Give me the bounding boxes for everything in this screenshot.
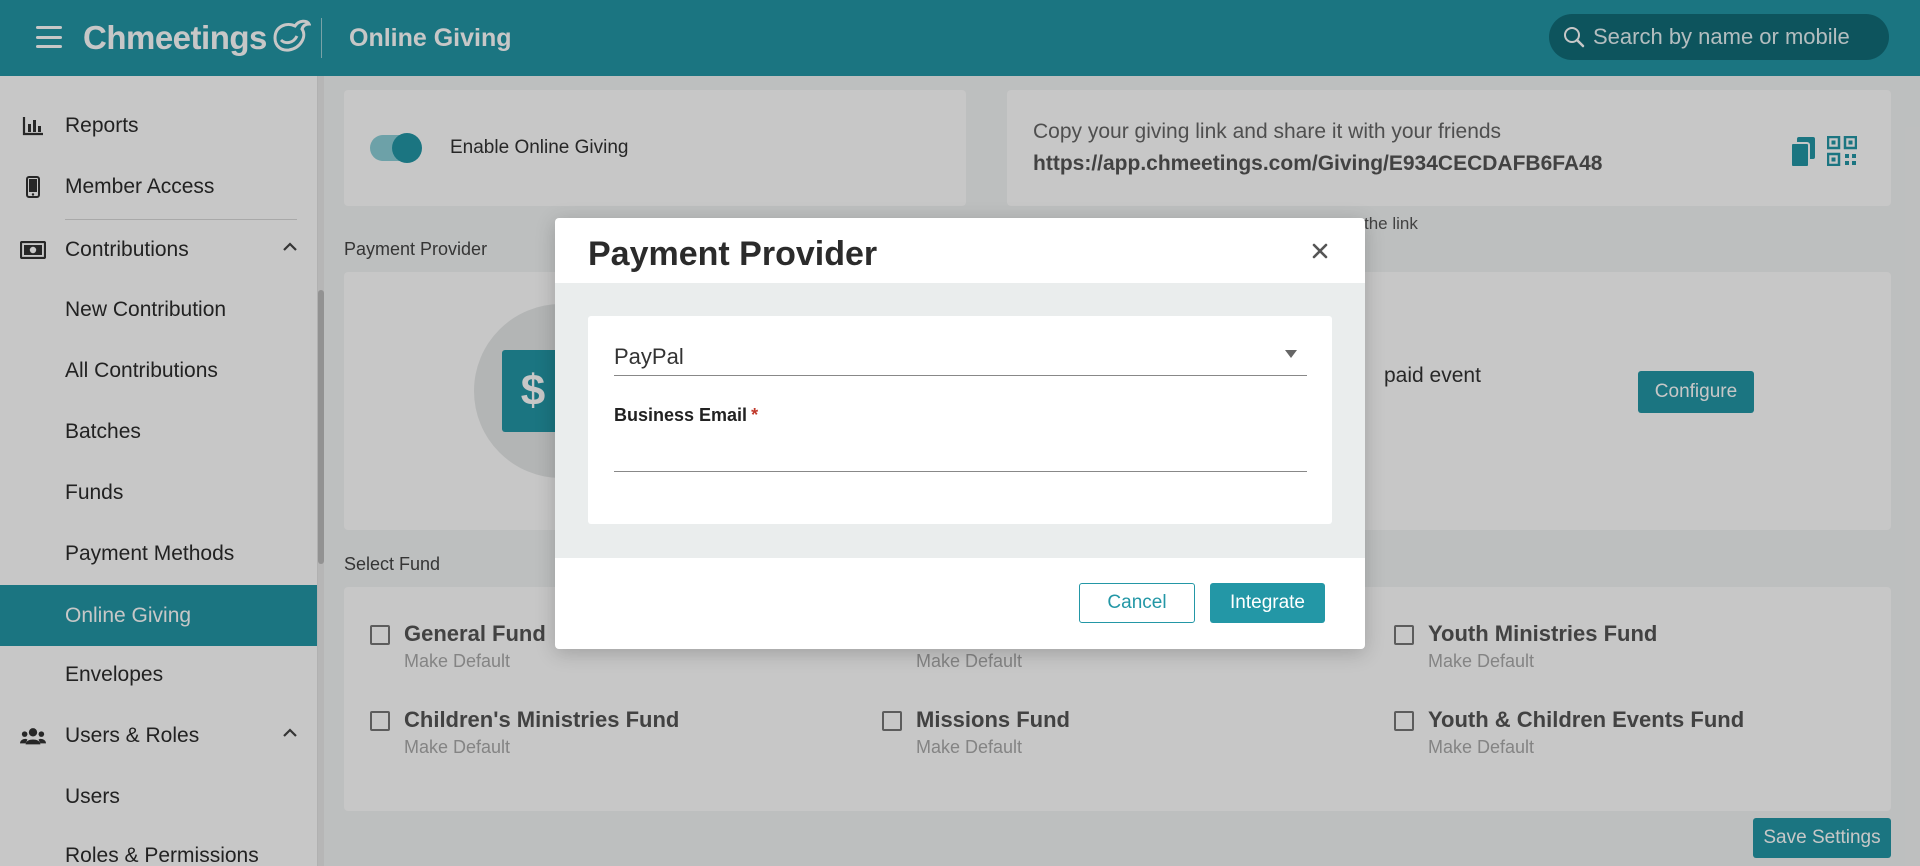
payment-provider-dialog: Payment Provider PayPal Business Email * … [555,218,1365,649]
dialog-footer: Cancel Integrate [555,558,1365,649]
dialog-title: Payment Provider [588,235,878,273]
business-email-label-text: Business Email [614,405,748,425]
provider-form: PayPal Business Email * [588,316,1332,524]
business-email-input[interactable] [614,436,1307,472]
integrate-button[interactable]: Integrate [1210,583,1325,623]
required-indicator: * [751,405,759,425]
dialog-header: Payment Provider [555,218,1365,283]
dialog-body: PayPal Business Email * [555,283,1365,558]
provider-select[interactable]: PayPal [614,336,1307,376]
business-email-label: Business Email * [614,405,758,426]
cancel-button[interactable]: Cancel [1079,583,1195,623]
dropdown-arrow-icon [1285,350,1297,358]
close-icon[interactable] [1307,238,1333,264]
provider-selected-value: PayPal [614,344,684,369]
